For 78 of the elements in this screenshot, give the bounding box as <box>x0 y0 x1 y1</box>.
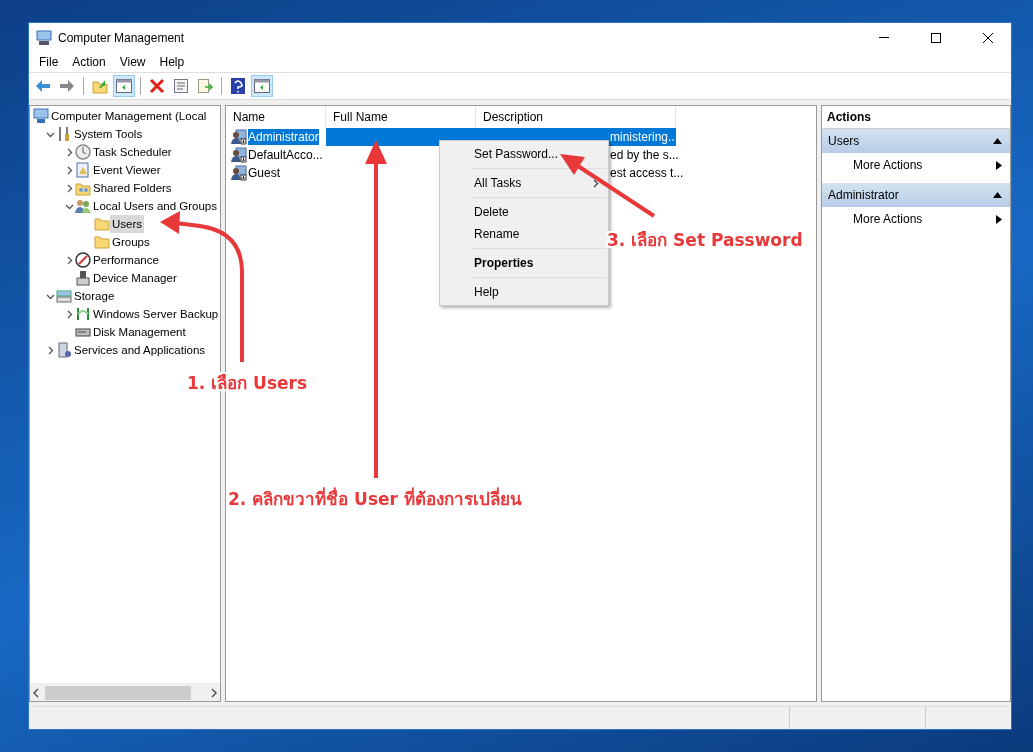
menu-item[interactable]: Action <box>65 55 113 69</box>
caret-right-icon <box>996 160 1002 170</box>
tree-item[interactable]: Shared Folders <box>91 179 174 197</box>
storage-icon <box>56 288 72 304</box>
pane-icon <box>254 79 270 93</box>
column-header[interactable]: Name <box>226 106 326 128</box>
user-icon <box>231 165 247 181</box>
backup-icon <box>75 306 91 322</box>
tree-item[interactable]: Device Manager <box>91 269 179 287</box>
close-icon <box>983 32 993 43</box>
collapse-up-icon <box>993 192 1002 198</box>
tree-item[interactable]: System Tools <box>72 125 145 143</box>
scrollbar-thumb[interactable] <box>45 685 191 700</box>
device-icon <box>75 270 91 286</box>
minimize-icon <box>879 37 889 38</box>
arrow-left-icon <box>35 79 51 93</box>
horizontal-scrollbar[interactable] <box>30 683 220 701</box>
annotation-text: 3. เลือก Set Password <box>607 229 803 252</box>
chevron-left-icon[interactable] <box>30 687 42 698</box>
computer-icon <box>33 108 49 124</box>
tree-item[interactable]: Groups <box>110 233 152 251</box>
menu-item[interactable]: Help <box>152 55 192 69</box>
actions-section-header[interactable]: Administrator <box>822 183 1010 207</box>
description-text: ministering... <box>610 130 679 144</box>
menu-item[interactable]: View <box>112 55 153 69</box>
tree-item[interactable]: Event Viewer <box>91 161 163 179</box>
help-icon <box>231 78 245 94</box>
context-menu-item[interactable]: Set Password... <box>440 143 608 165</box>
action-pane-button[interactable] <box>251 75 273 97</box>
users-icon <box>75 198 91 214</box>
shared-folder-icon <box>75 180 91 196</box>
log-icon <box>75 162 91 178</box>
actions-section-header[interactable]: Users <box>822 129 1010 153</box>
folder-up-icon <box>92 78 108 94</box>
server-icon <box>56 342 72 358</box>
tree-item[interactable]: Local Users and Groups <box>91 197 219 215</box>
tree-item[interactable]: Computer Management (Local <box>49 107 209 125</box>
arrow-right-icon <box>59 79 75 93</box>
export-icon <box>197 78 213 94</box>
context-menu-item[interactable]: Delete <box>440 201 608 223</box>
annotation-text: 2. คลิกขวาที่ชื่อ User ที่ต้องการเปลี่ยน <box>228 486 522 511</box>
console-tree-button[interactable] <box>113 75 135 97</box>
tree-item[interactable]: Disk Management <box>91 323 188 341</box>
delete-icon <box>149 78 165 94</box>
user-name[interactable]: DefaultAcco... <box>248 147 323 163</box>
window-title: Computer Management <box>58 30 186 45</box>
computer-icon <box>36 29 52 46</box>
tree-item[interactable]: Task Scheduler <box>91 143 174 161</box>
tree-item[interactable]: Users <box>110 215 145 233</box>
tree-item[interactable]: Storage <box>72 287 117 305</box>
action-link[interactable]: More Actions <box>822 153 1010 177</box>
folder-icon <box>94 217 110 231</box>
tree-item[interactable]: Windows Server Backup <box>91 305 220 323</box>
menu-item[interactable]: File <box>32 55 66 69</box>
chevron-right-icon[interactable] <box>208 687 220 698</box>
description-text: ed by the s... <box>610 148 679 162</box>
maximize-icon <box>931 32 941 43</box>
collapse-up-icon <box>993 138 1002 144</box>
annotation-text: 1. เลือก Users <box>187 372 308 395</box>
clock-icon <box>75 144 91 160</box>
caret-right-icon <box>996 214 1002 224</box>
tree-item[interactable]: Performance <box>91 251 161 269</box>
action-link[interactable]: More Actions <box>822 207 1010 231</box>
context-menu-item[interactable]: Help <box>440 281 608 303</box>
user-icon <box>231 129 247 145</box>
context-menu-item[interactable]: Rename <box>440 223 608 245</box>
context-menu-item[interactable]: Properties <box>440 252 608 274</box>
user-icon <box>231 147 247 163</box>
context-menu-item[interactable]: All Tasks <box>440 172 608 194</box>
pane-icon <box>116 79 132 93</box>
folder-icon <box>94 235 110 249</box>
user-name[interactable]: Administrator <box>248 129 319 145</box>
properties-icon <box>173 78 189 94</box>
description-text: est access t... <box>610 166 684 180</box>
user-name[interactable]: Guest <box>248 165 280 181</box>
wrench-icon <box>56 126 72 142</box>
gauge-icon <box>75 252 91 268</box>
tree-item[interactable]: Services and Applications <box>72 341 208 359</box>
